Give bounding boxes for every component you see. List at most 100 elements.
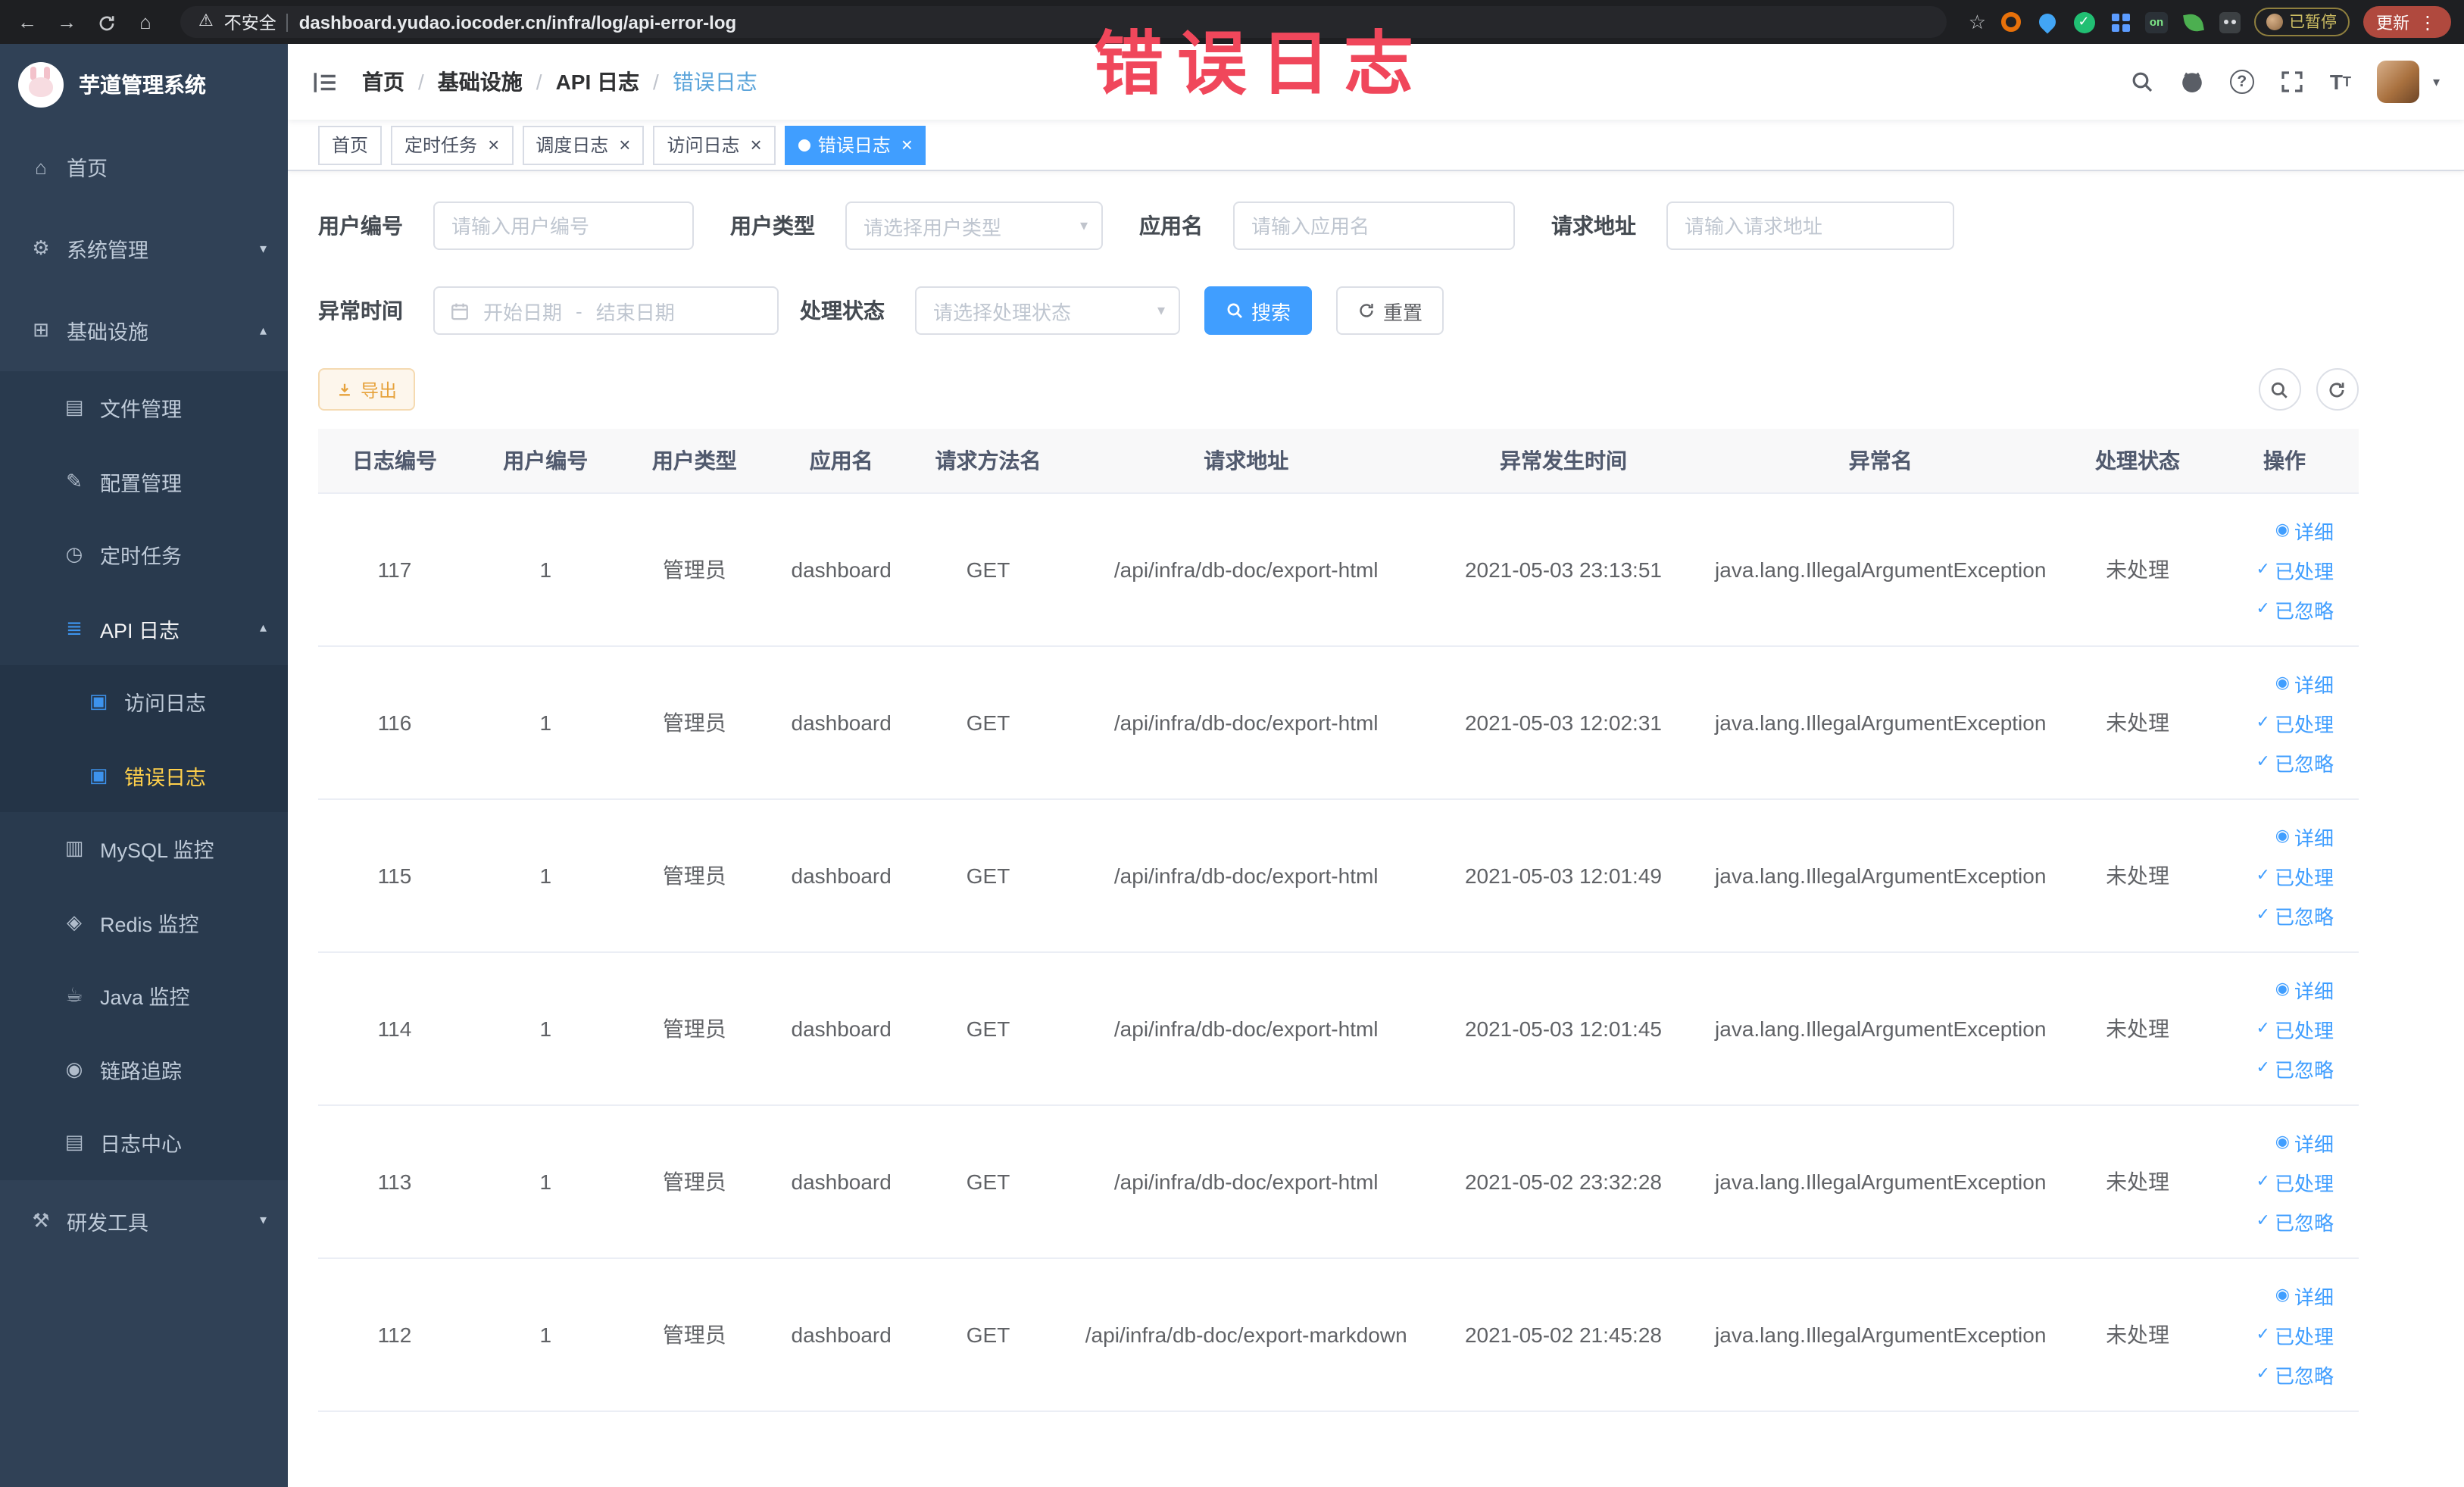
address-bar[interactable]: ⚠ 不安全 dashboard.yudao.iocoder.cn/infra/l… [180,6,1947,38]
processed-link[interactable]: ✓ 已处理 [2256,1167,2334,1196]
sidebar-item-trace[interactable]: ◉ 链路追踪 [0,1032,288,1106]
processed-link[interactable]: ✓ 已处理 [2256,708,2334,737]
sidebar-item-system[interactable]: ⚙ 系统管理 ▾ [0,208,288,289]
cell-status: 未处理 [2064,646,2211,800]
sidebar-item-access-log[interactable]: ▣ 访问日志 [0,665,288,739]
help-icon[interactable]: ? [2229,70,2254,94]
sidebar-item-mysql[interactable]: ▥ MySQL 监控 [0,812,288,886]
search-button-label: 搜索 [1251,301,1291,323]
app-name-input[interactable] [1233,201,1515,250]
ignored-link[interactable]: ✓ 已忽略 [2256,1207,2334,1236]
sidebar-item-label: Redis 监控 [100,913,199,936]
sidebar-item-home[interactable]: ⌂ 首页 [0,126,288,208]
sidebar-item-log-center[interactable]: ▤ 日志中心 [0,1106,288,1179]
search-button[interactable]: 搜索 [1204,286,1313,335]
ignored-link[interactable]: ✓ 已忽略 [2256,748,2334,776]
detail-link[interactable]: ◉ 详细 [2275,669,2334,698]
detail-link[interactable]: ◉ 详细 [2275,975,2334,1004]
url-text[interactable]: dashboard.yudao.iocoder.cn/infra/log/api… [299,11,736,33]
security-label[interactable]: 不安全 [224,10,276,34]
redis-icon: ◈ [67,910,82,933]
bookmark-star-icon[interactable]: ☆ [1969,10,1986,34]
refresh-table-button[interactable] [2316,368,2358,411]
recorder-extension-icon[interactable] [2000,11,2022,33]
table-tools [2258,368,2358,411]
process-status-select[interactable]: 请选择处理状态 ▾ [915,286,1180,335]
processed-link[interactable]: ✓ 已处理 [2256,555,2334,584]
export-button[interactable]: 导出 [318,368,416,411]
sidebar-item-redis[interactable]: ◈ Redis 监控 [0,886,288,959]
tab-close-icon[interactable]: × [901,135,913,155]
exception-time-range-picker[interactable]: 开始日期 - 结束日期 [433,286,779,335]
tab-访问日志[interactable]: 访问日志 × [653,125,776,164]
toggle-search-button[interactable] [2258,368,2300,411]
user-id-input[interactable] [433,201,694,250]
leaf-extension-icon[interactable] [2181,11,2204,33]
eyedropper-extension-icon[interactable] [2035,10,2060,34]
cell-exception: java.lang.IllegalArgumentException [1697,1258,2065,1412]
forward-icon[interactable]: → [53,12,80,32]
paw-extension-icon[interactable] [2218,11,2241,33]
tab-close-icon[interactable]: × [751,135,762,155]
sidebar-item-config[interactable]: ✎ 配置管理 [0,445,288,518]
back-icon[interactable]: ← [14,12,41,32]
font-size-icon[interactable]: TT [2330,71,2351,92]
sidebar-item-infra[interactable]: ⊞ 基础设施 ▴ [0,289,288,371]
reload-icon[interactable] [92,11,120,33]
browser-menu-icon[interactable]: ⋮ [2419,13,2437,31]
tab-close-icon[interactable]: × [488,135,499,155]
detail-link[interactable]: ◉ 详细 [2275,822,2334,851]
on-badge-extension-icon[interactable]: on [2145,11,2168,33]
cell-log-id: 114 [318,952,471,1106]
detail-link[interactable]: ◉ 详细 [2275,516,2334,545]
process-status-placeholder: 请选择处理状态 [933,301,1072,323]
avatar-caret-icon[interactable]: ▾ [2433,73,2440,90]
check-extension-icon[interactable]: ✓ [2072,11,2095,33]
detail-link[interactable]: ◉ 详细 [2275,1128,2334,1157]
tab-定时任务[interactable]: 定时任务 × [391,125,514,164]
cell-user-type: 管理员 [620,952,770,1106]
github-icon[interactable] [2180,70,2204,94]
app-logo[interactable]: 芋道管理系统 [0,44,288,126]
cell-actions: ◉ 详细 ✓ 已处理 ✓ 已忽略 [2211,952,2358,1106]
apps-grid-extension-icon[interactable] [2109,11,2131,33]
sidebar-item-api-log[interactable]: ≣ API 日志 ▴ [0,592,288,665]
tampermonkey-paused-badge[interactable]: 已暂停 [2254,8,2349,36]
processed-link[interactable]: ✓ 已处理 [2256,1014,2334,1043]
sidebar-item-dev-tools[interactable]: ⚒ 研发工具 ▾ [0,1179,288,1261]
user-avatar[interactable] [2376,61,2419,103]
sidebar-item-java[interactable]: ☕ Java 监控 [0,959,288,1032]
search-icon[interactable] [2130,70,2154,94]
breadcrumb-item[interactable]: API 日志 [556,67,639,97]
cell-exception: java.lang.IllegalArgumentException [1697,799,2065,953]
ignored-link[interactable]: ✓ 已忽略 [2256,1360,2334,1389]
processed-link[interactable]: ✓ 已处理 [2256,861,2334,890]
user-type-select[interactable]: 请选择用户类型 ▾ [845,201,1103,250]
monkey-icon [2266,14,2283,30]
tab-错误日志[interactable]: 错误日志 × [784,125,926,164]
tab-首页[interactable]: 首页 [318,125,383,164]
check-icon: ✓ [2256,905,2270,923]
detail-link[interactable]: ◉ 详细 [2275,1281,2334,1310]
browser-home-icon[interactable]: ⌂ [132,12,159,32]
cell-time: 2021-05-03 12:01:49 [1429,799,1697,953]
ignored-link[interactable]: ✓ 已忽略 [2256,1054,2334,1082]
sidebar-item-file[interactable]: ▤ 文件管理 [0,371,288,445]
cell-url: /api/infra/db-doc/export-html [1062,646,1430,800]
cell-url: /api/infra/db-doc/export-html [1062,493,1430,647]
reset-button[interactable]: 重置 [1336,286,1444,335]
request-url-input[interactable] [1666,201,1954,250]
sidebar-item-job[interactable]: ◷ 定时任务 [0,518,288,592]
browser-update-button[interactable]: 更新 ⋮ [2363,6,2450,38]
tab-close-icon[interactable]: × [619,135,630,155]
ignored-link[interactable]: ✓ 已忽略 [2256,595,2334,623]
breadcrumb-item[interactable]: 首页 [362,67,404,97]
sidebar-toggle-icon[interactable] [312,69,338,95]
processed-link[interactable]: ✓ 已处理 [2256,1320,2334,1349]
sidebar-item-error-log[interactable]: ▣ 错误日志 [0,739,288,812]
fullscreen-icon[interactable] [2280,70,2304,94]
tab-调度日志[interactable]: 调度日志 × [522,125,645,164]
check-icon: ✓ [2256,1019,2270,1037]
breadcrumb-item[interactable]: 基础设施 [438,67,523,97]
ignored-link[interactable]: ✓ 已忽略 [2256,901,2334,929]
